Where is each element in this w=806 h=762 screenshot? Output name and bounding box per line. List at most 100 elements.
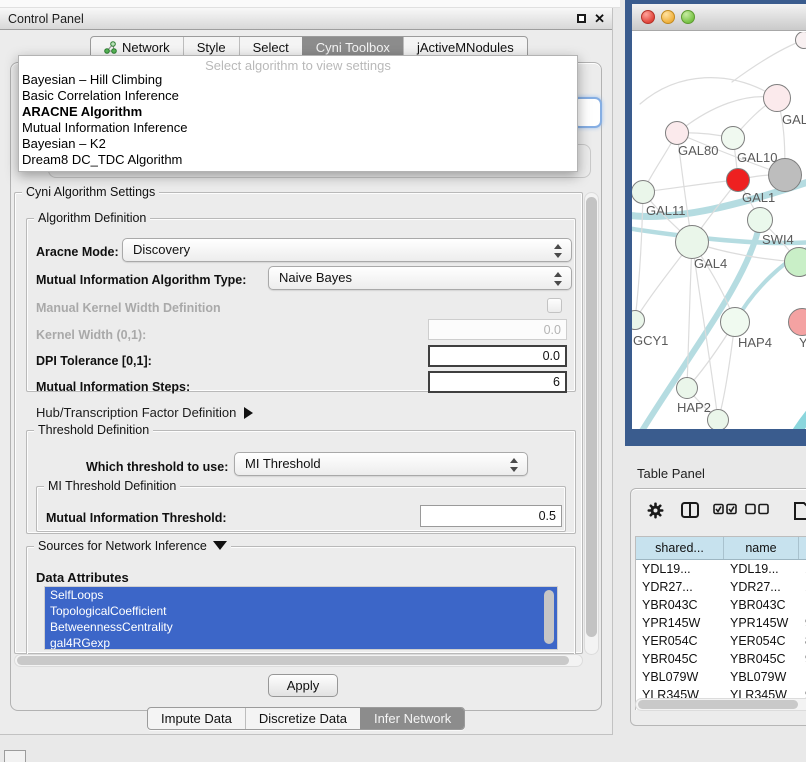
attribute-item-selfloops[interactable]: SelfLoops	[45, 587, 557, 603]
network-node-gal[interactable]	[763, 84, 791, 112]
table-cell[interactable]: YDR27...	[636, 578, 724, 596]
table-cell[interactable]: YBR045C	[636, 650, 724, 668]
table-cell[interactable]: YPR145W	[724, 614, 799, 632]
network-node[interactable]	[784, 247, 806, 277]
table-body: YDL19...YDL19...13YDR27...YDR27...12YBR0…	[636, 560, 806, 710]
network-window-titlebar[interactable]	[632, 4, 806, 31]
gear-icon[interactable]	[647, 502, 664, 524]
settings-horizontal-scrollbar[interactable]	[14, 654, 583, 667]
table-cell[interactable]: 12	[799, 578, 806, 596]
table-cell[interactable]: 8.	[799, 632, 806, 650]
network-view-frame: GALGAL80GAL10GAL1GAL11SWI4GAL4GCY1HAP4YH…	[625, 0, 806, 446]
control-panel-titlebar[interactable]: Control Panel ✕	[0, 8, 612, 30]
deselect-all-checks-icon[interactable]	[745, 502, 769, 520]
node-label: GCY1	[633, 333, 668, 348]
table-cell[interactable]: YDL19...	[636, 560, 724, 578]
column-header-shared[interactable]: shared...	[636, 537, 724, 559]
network-node-gal10[interactable]	[721, 126, 745, 150]
table-cell[interactable]: YDR27...	[724, 578, 799, 596]
table-cell[interactable]: 13	[799, 560, 806, 578]
attribute-item-betweennesscentrality[interactable]: BetweennessCentrality	[45, 619, 557, 635]
list-scrollbar-thumb[interactable]	[544, 590, 554, 644]
dropdown-items: Bayesian – Hill ClimbingBasic Correlatio…	[19, 72, 577, 168]
table-row[interactable]: YBR045CYBR045C9.	[636, 650, 806, 668]
which-threshold-combobox[interactable]: MI Threshold	[234, 452, 528, 476]
table-cell[interactable]	[799, 668, 806, 686]
column-header-name[interactable]: name	[724, 537, 799, 559]
data-attributes-list[interactable]: SelfLoopsTopologicalCoefficientBetweenne…	[44, 586, 558, 650]
network-edge	[687, 242, 692, 388]
algorithm-option-aracne-algorithm[interactable]: ARACNE Algorithm	[19, 104, 577, 120]
table-cell[interactable]: 9.	[799, 650, 806, 668]
select-all-checks-icon[interactable]	[713, 502, 737, 520]
mi-steps-field[interactable]: 6	[428, 371, 567, 393]
attribute-item-topologicalcoefficient[interactable]: TopologicalCoefficient	[45, 603, 557, 619]
network-node-gal1[interactable]	[726, 168, 750, 192]
threshold-definition-title: Threshold Definition	[34, 423, 153, 437]
table-cell[interactable]: YBR043C	[636, 596, 724, 614]
tab-discretize-data[interactable]: Discretize Data	[245, 708, 360, 729]
network-node-hap4[interactable]	[720, 307, 750, 337]
export-table-icon[interactable]	[794, 502, 806, 525]
table-cell[interactable]: YPR145W	[636, 614, 724, 632]
apply-button[interactable]: Apply	[268, 674, 338, 697]
network-node-gal80[interactable]	[665, 121, 689, 145]
hub-definition-expander[interactable]: Hub/Transcription Factor Definition	[36, 405, 253, 420]
network-node-swi4[interactable]	[747, 207, 773, 233]
close-icon[interactable]: ✕	[594, 11, 605, 27]
table-row[interactable]: YBL079WYBL079W	[636, 668, 806, 686]
dpi-tolerance-field[interactable]: 0.0	[428, 345, 567, 367]
float-window-icon[interactable]	[577, 14, 586, 23]
network-node-gal11[interactable]	[632, 180, 655, 204]
network-node[interactable]	[768, 158, 802, 192]
table-row[interactable]: YPR145WYPR145W9.	[636, 614, 806, 632]
manual-kernel-width-checkbox[interactable]	[547, 298, 562, 313]
table-cell[interactable]: YBR045C	[724, 650, 799, 668]
network-node-gal4[interactable]	[675, 225, 709, 259]
zoom-traffic-light[interactable]	[681, 10, 695, 24]
hub-definition-label: Hub/Transcription Factor Definition	[36, 405, 236, 420]
tab-infer-network[interactable]: Infer Network	[360, 708, 464, 729]
node-label: GAL	[782, 112, 806, 127]
algorithm-option-bayesian-hill-climbing[interactable]: Bayesian – Hill Climbing	[19, 72, 577, 88]
network-node[interactable]	[707, 409, 729, 429]
table-row[interactable]: YDR27...YDR27...12	[636, 578, 806, 596]
table-row[interactable]: YER054CYER054C8.	[636, 632, 806, 650]
column-header-cut[interactable]	[799, 537, 806, 559]
node-label: HAP2	[677, 400, 711, 415]
table-row[interactable]: YDL19...YDL19...13	[636, 560, 806, 578]
settings-vertical-scrollbar[interactable]	[584, 192, 599, 655]
scrollbar-thumb[interactable]	[638, 700, 798, 709]
tab-impute-data[interactable]: Impute Data	[148, 708, 245, 729]
network-canvas[interactable]: GALGAL80GAL10GAL1GAL11SWI4GAL4GCY1HAP4YH…	[632, 32, 806, 429]
table-horizontal-scrollbar[interactable]	[635, 698, 806, 711]
table-cell[interactable]: YER054C	[724, 632, 799, 650]
sources-expander[interactable]: Sources for Network Inference	[34, 539, 231, 553]
table-cell[interactable]: 9.	[799, 614, 806, 632]
table-cell[interactable]: YBR043C	[724, 596, 799, 614]
control-panel-title: Control Panel	[8, 12, 84, 26]
table-cell[interactable]: YBL079W	[636, 668, 724, 686]
aracne-mode-combobox[interactable]: Discovery	[122, 238, 572, 262]
table-cell[interactable]: YBL079W	[724, 668, 799, 686]
kernel-width-field[interactable]: 0.0	[428, 319, 567, 340]
node-label: GAL1	[742, 190, 775, 205]
algorithm-option-dream8-dc-tdc-algorithm[interactable]: Dream8 DC_TDC Algorithm	[19, 152, 577, 168]
mi-algorithm-type-combobox[interactable]: Naive Bayes	[268, 266, 572, 290]
attribute-item-gal4rgexp[interactable]: gal4RGexp	[45, 635, 557, 650]
close-traffic-light[interactable]	[641, 10, 655, 24]
algorithm-option-mutual-information-inference[interactable]: Mutual Information Inference	[19, 120, 577, 136]
scrollbar-thumb[interactable]	[586, 197, 597, 637]
table-row[interactable]: YBR043CYBR043C	[636, 596, 806, 614]
network-node-hap2[interactable]	[676, 377, 698, 399]
table-cell[interactable]: YER054C	[636, 632, 724, 650]
collapsed-panel-icon[interactable]	[4, 750, 26, 762]
scrollbar-thumb[interactable]	[17, 656, 569, 665]
table-cell[interactable]: YDL19...	[724, 560, 799, 578]
minimize-traffic-light[interactable]	[661, 10, 675, 24]
table-cell[interactable]	[799, 596, 806, 614]
algorithm-option-basic-correlation-inference[interactable]: Basic Correlation Inference	[19, 88, 577, 104]
algorithm-option-bayesian-k2[interactable]: Bayesian – K2	[19, 136, 577, 152]
column-selector-icon[interactable]	[681, 502, 699, 523]
mi-threshold-field[interactable]: 0.5	[420, 505, 562, 527]
